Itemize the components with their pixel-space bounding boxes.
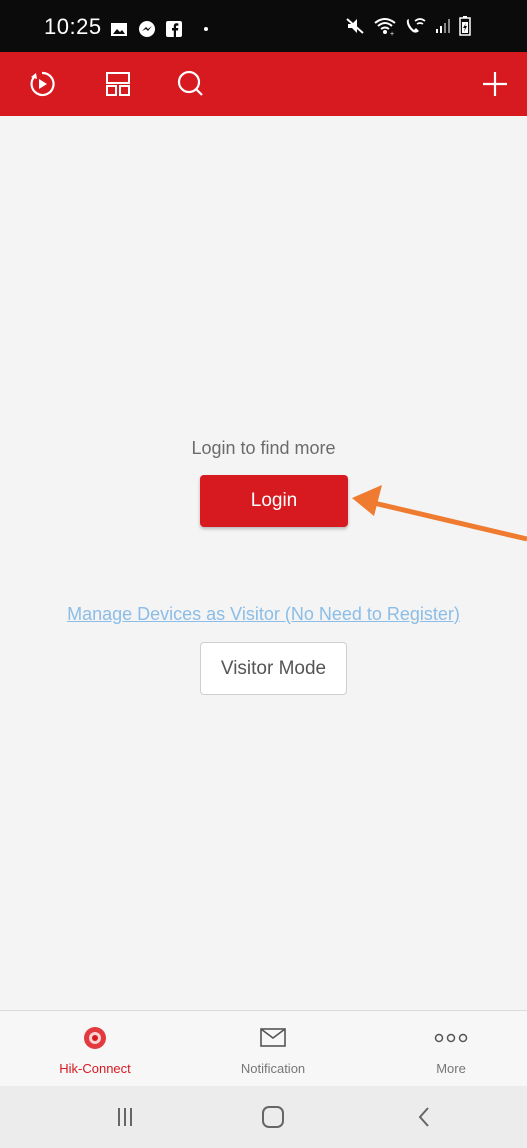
add-device-button[interactable] <box>475 64 515 104</box>
app-toolbar <box>0 52 527 116</box>
tab-label: Notification <box>240 1061 306 1076</box>
login-prompt: Login to find more <box>191 438 336 458</box>
status-time: 10:25 <box>44 14 102 39</box>
playback-icon <box>30 71 55 97</box>
tab-more[interactable]: More <box>396 1011 506 1087</box>
tab-notification[interactable]: Notification <box>218 1011 328 1087</box>
wifi-calling-icon <box>406 18 426 33</box>
back-button[interactable] <box>404 1104 444 1130</box>
add-icon <box>483 72 507 96</box>
playback-button[interactable] <box>22 64 62 104</box>
gallery-icon <box>111 22 127 36</box>
wifi-icon: + <box>374 18 396 36</box>
status-right-icons: + <box>345 16 471 36</box>
layout-button[interactable] <box>98 64 138 104</box>
layout-icon <box>106 72 130 96</box>
svg-text:+: + <box>390 31 394 36</box>
tab-hik-connect[interactable]: Hik-Connect <box>40 1011 150 1087</box>
status-bar: 10:25 + <box>0 0 527 52</box>
home-icon <box>262 1106 284 1128</box>
messenger-icon <box>139 21 155 37</box>
facebook-icon <box>166 21 182 37</box>
bottom-tab-bar: Hik-Connect Notification More <box>0 1010 527 1086</box>
visitor-link[interactable]: Manage Devices as Visitor (No Need to Re… <box>0 604 527 625</box>
search-button[interactable] <box>170 64 210 104</box>
status-left-icons <box>110 20 208 38</box>
mute-icon <box>346 18 364 34</box>
signal-icon <box>436 19 450 33</box>
envelope-icon <box>260 1028 286 1047</box>
main-content: Login to find more Login Manage Devices … <box>0 116 527 1010</box>
recents-icon <box>118 1108 132 1126</box>
search-icon <box>177 70 203 96</box>
tab-label: More <box>436 1061 466 1076</box>
system-nav-bar <box>0 1086 527 1148</box>
more-dots-icon <box>434 1033 468 1043</box>
login-button[interactable]: Login <box>200 475 348 527</box>
home-button[interactable] <box>253 1104 293 1130</box>
recents-button[interactable] <box>105 1104 145 1130</box>
annotation-arrow-icon <box>352 485 527 542</box>
battery-icon <box>459 16 471 36</box>
back-icon <box>418 1107 429 1127</box>
tab-label: Hik-Connect <box>59 1061 131 1076</box>
hik-connect-icon <box>84 1027 106 1049</box>
dot-icon <box>204 27 208 31</box>
visitor-mode-button[interactable]: Visitor Mode <box>200 642 347 695</box>
